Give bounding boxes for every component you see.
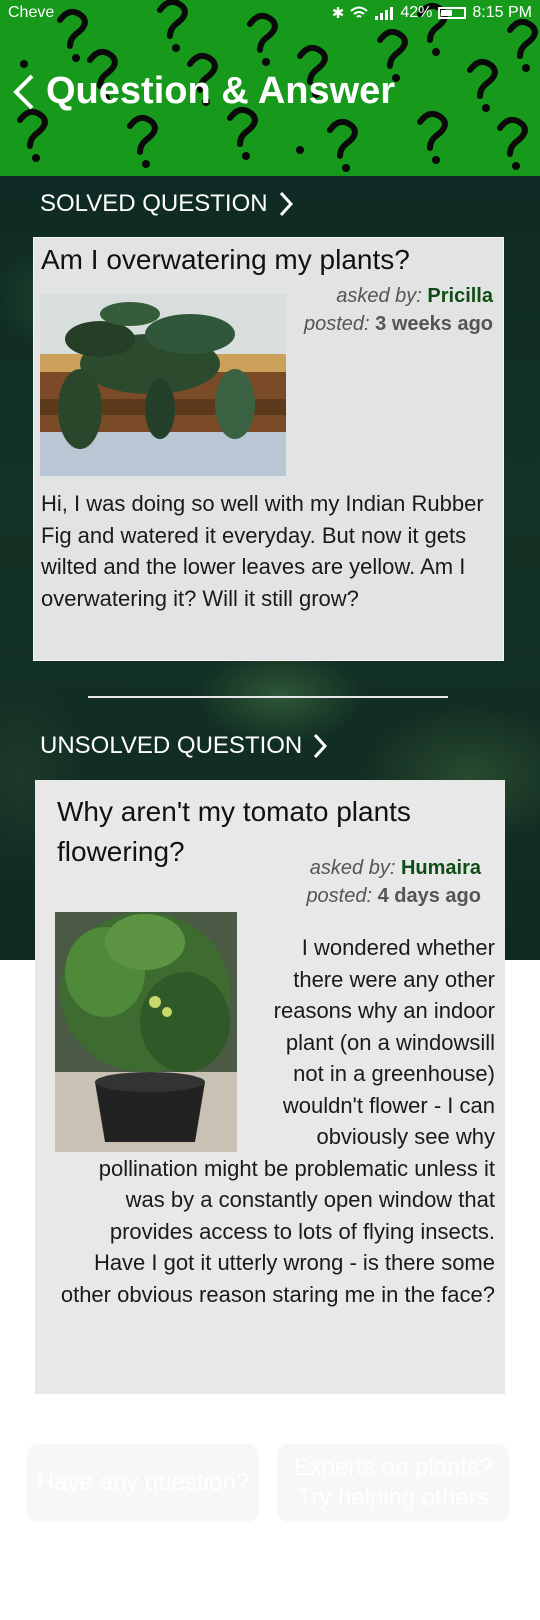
battery-icon (438, 7, 467, 19)
wifi-icon (350, 6, 369, 18)
ask-question-button[interactable]: Have any question? (27, 1444, 259, 1522)
asked-by-label: asked by: (336, 285, 422, 307)
chevron-right-icon (314, 733, 328, 759)
question-body-wrap: I wondered whether there were any other … (55, 912, 495, 1310)
posted-time: 4 days ago (377, 885, 481, 907)
signal-icon (375, 7, 394, 20)
bluetooth-icon: ✱ (331, 5, 345, 22)
battery-percent: 42% (400, 4, 433, 21)
clock: 8:15 PM (472, 4, 532, 21)
unsolved-question-label: UNSOLVED QUESTION (40, 732, 303, 759)
solved-question-card[interactable]: Am I overwatering my plants? asked by: P… (33, 237, 504, 661)
solved-question-label: SOLVED QUESTION (40, 190, 268, 217)
question-photo[interactable] (40, 294, 286, 476)
app-header: Cheve ✱ 42% 8:15 PM Question & Answer (0, 0, 540, 176)
ask-question-label: Have any question? (36, 1469, 250, 1496)
question-meta: asked by: Humaira posted: 4 days ago (306, 854, 481, 910)
back-button[interactable] (10, 72, 46, 112)
tomato-plant-photo (55, 912, 237, 1152)
unsolved-question-link[interactable]: UNSOLVED QUESTION (40, 732, 328, 760)
status-bar: Cheve ✱ 42% 8:15 PM (0, 0, 540, 28)
solved-question-link[interactable]: SOLVED QUESTION (40, 190, 294, 218)
question-title: Am I overwatering my plants? (41, 244, 410, 275)
unsolved-question-card[interactable]: Why aren't my tomato plants flowering? a… (35, 780, 505, 1394)
asked-by-label: asked by: (309, 857, 396, 879)
posted-label: posted: (303, 313, 370, 335)
asker-name[interactable]: Humaira (401, 857, 481, 879)
question-body: Hi, I was doing so well with my Indian R… (41, 491, 484, 611)
carrier-name: Cheve (8, 4, 55, 21)
question-meta: asked by: Pricilla posted: 3 weeks ago (304, 282, 493, 338)
help-others-button[interactable]: Experts on plants? Try helping others (277, 1444, 509, 1522)
rubber-fig-photo (40, 294, 286, 476)
posted-label: posted: (306, 885, 373, 907)
help-others-label: Experts on plants? Try helping others (293, 1454, 493, 1511)
question-photo[interactable] (55, 912, 237, 1152)
section-divider (88, 696, 448, 698)
page-title: Question & Answer (46, 70, 396, 112)
chevron-left-icon (13, 74, 34, 110)
asker-name[interactable]: Pricilla (427, 285, 493, 307)
posted-time: 3 weeks ago (375, 313, 493, 335)
chevron-right-icon (279, 191, 293, 217)
